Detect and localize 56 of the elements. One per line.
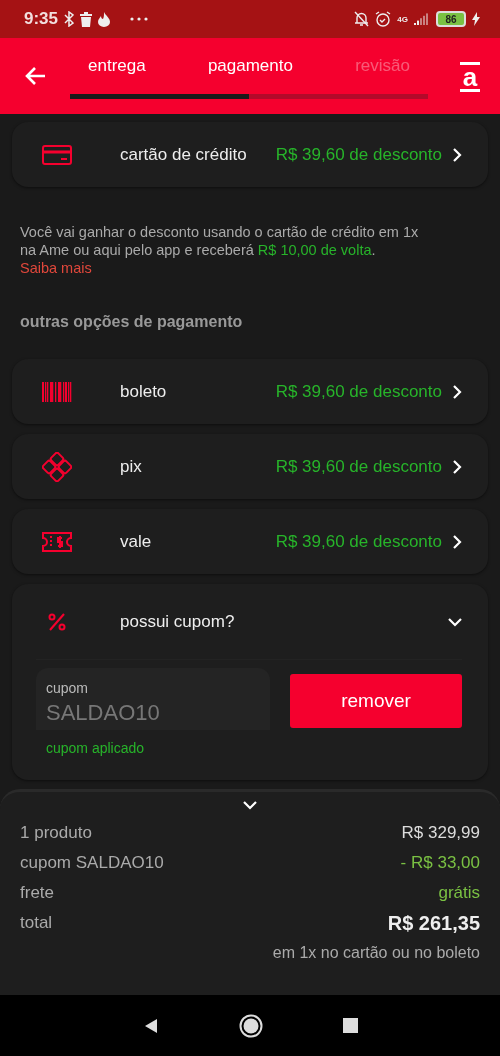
chevron-right-icon [452, 147, 462, 162]
barcode-icon [42, 381, 72, 402]
summary-value: R$ 329,99 [401, 823, 480, 843]
discount-text: R$ 39,60 de desconto [275, 144, 442, 165]
coupon-status: cupom aplicado [46, 740, 146, 756]
discount-text: R$ 39,60 de desconto [275, 531, 442, 552]
payment-option[interactable]: vale R$ 39,60 de desconto [12, 509, 488, 574]
signal-icon [414, 13, 430, 25]
back-arrow-icon[interactable] [24, 66, 46, 86]
chevron-right-icon [452, 459, 462, 474]
remove-button[interactable]: remover [290, 674, 462, 728]
coupon-toggle[interactable]: possui cupom? [120, 611, 448, 632]
discount-text: R$ 39,60 de desconto [275, 381, 442, 402]
home-icon[interactable] [238, 1013, 263, 1038]
summary-label: cupom SALDAO10 [20, 853, 164, 873]
more-icon [130, 17, 149, 21]
charging-icon [472, 12, 480, 26]
payment-option[interactable]: cartão de crédito R$ 39,60 de desconto [12, 122, 488, 187]
discount-text: R$ 39,60 de desconto [275, 456, 442, 477]
recents-icon[interactable] [342, 1018, 358, 1033]
bluetooth-icon [64, 11, 75, 27]
credit-card-icon [42, 144, 72, 165]
cashback-info: Você vai ganhar o desconto usando o cartão de crédito em 1x na Ame ou aqui pelo app e receberá R$ 10,00 de volta. Saiba mais [20, 223, 420, 277]
payment-option[interactable]: pix R$ 39,60 de desconto [12, 434, 488, 499]
step-tab[interactable]: entrega [88, 54, 146, 78]
option-label: pix [120, 456, 143, 477]
battery-level: 86 [436, 11, 466, 27]
chevron-right-icon [452, 384, 462, 399]
chevron-down-icon [448, 616, 462, 627]
section-title: outras opções de pagamento [20, 313, 244, 331]
percent-icon [47, 611, 67, 632]
summary-label: frete [20, 883, 55, 903]
diamond-icon [42, 451, 72, 482]
bell-off-icon [354, 11, 370, 27]
summary-label: 1 produto [20, 823, 92, 843]
option-label: cartão de crédito [120, 144, 248, 165]
chevron-down-icon [243, 800, 257, 810]
learn-more-link[interactable]: Saiba mais [20, 260, 92, 276]
network-type: 4G [397, 14, 408, 24]
logo: a [460, 62, 480, 92]
alarm-icon [375, 11, 392, 27]
trash-icon [80, 11, 93, 27]
option-label: boleto [120, 381, 168, 402]
chevron-right-icon [452, 534, 462, 549]
coupon-field[interactable]: cupom SALDAO10 [36, 668, 270, 730]
summary-label: total [20, 913, 53, 933]
status-time: 9:35 [24, 9, 59, 29]
summary-value: grátis [438, 883, 480, 903]
payment-note: em 1x no cartão ou no boleto [272, 944, 480, 962]
step-tab[interactable]: pagamento [207, 54, 293, 78]
summary-value: R$ 261,35 [387, 911, 480, 935]
flame-icon [98, 11, 111, 27]
summary-value: - R$ 33,00 [400, 853, 480, 873]
option-label: vale [120, 531, 153, 552]
payment-option[interactable]: boleto R$ 39,60 de desconto [12, 359, 488, 424]
ticket-icon [42, 531, 72, 552]
